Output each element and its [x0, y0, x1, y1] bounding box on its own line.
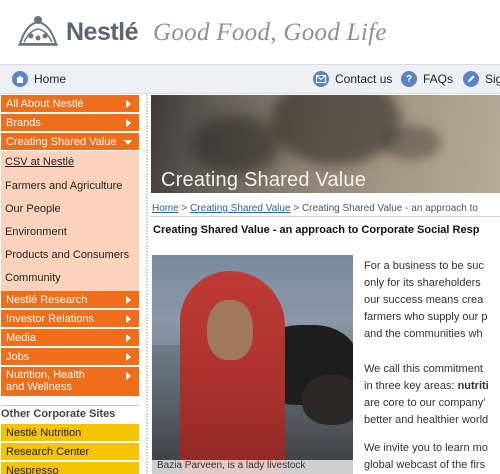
page-title: Creating Shared Value - an approach to C… [153, 224, 480, 236]
invite-paragraph: We invite you to learn mo global webcast… [364, 440, 488, 474]
hero-shadow [271, 95, 401, 165]
nav-item-label: Media [6, 331, 36, 344]
faqs-label: FAQs [423, 72, 454, 86]
nav-item-label: Nestlé Research [6, 293, 88, 306]
brand-tagline: Good Food, Good Life [153, 19, 387, 46]
nav-item-media[interactable]: Media [1, 329, 139, 347]
paragraph-line: We invite you to learn mo [364, 442, 488, 454]
intro-paragraph: For a business to be suc only for its sh… [364, 258, 488, 343]
breadcrumb-current: Creating Shared Value - an approach to [301, 203, 478, 214]
chevron-right-icon [126, 315, 131, 323]
hero-shadow [381, 125, 441, 160]
breadcrumb-separator: > [181, 203, 188, 214]
chevron-down-icon [124, 140, 132, 145]
hero-title: Creating Shared Value [161, 169, 367, 191]
paragraph-line: For a business to be suc [364, 260, 484, 272]
other-site-nestle-nutrition[interactable]: Nestlé Nutrition [1, 424, 139, 442]
breadcrumb-home[interactable]: Home [152, 203, 179, 214]
home-icon [12, 71, 28, 87]
paragraph-line: better and healthier world [364, 414, 489, 426]
breadcrumb: Home > Creating Shared Value > Creating … [152, 203, 478, 214]
nav-item-jobs[interactable]: Jobs [1, 348, 139, 366]
nav-item-nutrition-health-wellness[interactable]: Nutrition, Health and Wellness [1, 367, 139, 397]
contact-us-link[interactable]: Contact us [313, 65, 392, 93]
nav-item-label: Nutrition, Health and Wellness [6, 369, 85, 393]
nav-item-creating-shared-value[interactable]: Creating Shared Value [1, 133, 139, 151]
paragraph-line: in three key areas: nutriti [364, 378, 489, 395]
site-header: Nestlé Good Food, Good Life [0, 0, 500, 64]
home-link-label: Home [34, 72, 67, 86]
chevron-right-icon [126, 119, 131, 127]
breadcrumb-csv[interactable]: Creating Shared Value [190, 203, 290, 214]
home-link[interactable]: Home [12, 65, 66, 93]
nav-item-nestle-research[interactable]: Nestlé Research [1, 291, 139, 309]
paragraph-line: farmers who supply our p [364, 311, 488, 323]
nestle-nest-logo-icon[interactable] [16, 14, 60, 48]
pencil-icon [463, 71, 479, 87]
breadcrumb-separator: > [293, 203, 300, 214]
other-site-nespresso[interactable]: Nespresso [1, 462, 139, 474]
subnav-products-consumers[interactable]: Products and Consumers [5, 249, 129, 261]
nav-item-label-line1: Nutrition, Health [6, 369, 85, 381]
photo-caption: Bazia Parveen, is a lady livestock [152, 460, 353, 474]
nav-item-brands[interactable]: Brands [1, 114, 139, 132]
paragraph-line: We call this commitment [364, 363, 483, 375]
paragraph-text: in three key areas: [364, 380, 458, 392]
chevron-right-icon [126, 334, 131, 342]
envelope-icon [313, 71, 329, 87]
subnav-environment[interactable]: Environment [5, 226, 67, 238]
sign-link[interactable]: Sig [463, 65, 500, 93]
nav-item-label: Jobs [6, 350, 30, 363]
nav-item-label-line2: and Wellness [6, 381, 72, 393]
sign-label: Sig [485, 72, 500, 86]
nav-item-investor-relations[interactable]: Investor Relations [1, 310, 139, 328]
left-navigation: All About Nestlé Brands Creating Shared … [0, 95, 141, 474]
nav-item-label: Investor Relations [6, 312, 95, 325]
breadcrumb-divider [151, 216, 500, 217]
subnav-our-people[interactable]: Our People [5, 203, 61, 215]
paragraph-line: and the communities wh [364, 328, 483, 340]
chevron-right-icon [126, 372, 131, 380]
subnav-farmers-agriculture[interactable]: Farmers and Agriculture [5, 180, 122, 192]
top-nav-bar: Home Contact us ? FAQs Sig [0, 64, 500, 94]
section-divider [1, 405, 139, 406]
paragraph-bold-text: nutriti [457, 380, 489, 392]
column-divider [146, 95, 148, 474]
paragraph-line: our success means crea [364, 294, 484, 306]
commitment-paragraph: We call this commitment in three key are… [364, 361, 489, 429]
photo-woman-face [207, 300, 253, 360]
photo-buffalo [302, 375, 353, 425]
subnav-csv-at-nestle[interactable]: CSV at Nestlé [5, 156, 74, 168]
hero-banner: Creating Shared Value [151, 95, 500, 193]
paragraph-line: global webcast of the firs [364, 459, 486, 471]
other-sites-heading: Other Corporate Sites [1, 408, 116, 420]
paragraph-line: are core to our company' [364, 397, 486, 409]
nav-item-all-about-nestle[interactable]: All About Nestlé [1, 95, 139, 113]
brand-name[interactable]: Nestlé [66, 18, 139, 47]
faqs-link[interactable]: ? FAQs [401, 65, 453, 93]
other-site-research-center[interactable]: Research Center [1, 443, 139, 461]
nav-item-label: All About Nestlé [6, 97, 84, 110]
paragraph-line: only for its shareholders [364, 277, 481, 289]
chevron-right-icon [126, 296, 131, 304]
chevron-right-icon [126, 353, 131, 361]
hero-shadow [191, 115, 281, 175]
subnav-community[interactable]: Community [5, 272, 61, 284]
question-icon: ? [401, 71, 417, 87]
contact-us-label: Contact us [335, 72, 393, 86]
chevron-right-icon [126, 100, 131, 108]
feature-photo: Bazia Parveen, is a lady livestock [152, 255, 353, 474]
nav-item-label: Creating Shared Value [6, 135, 117, 148]
nav-item-label: Brands [6, 116, 41, 129]
